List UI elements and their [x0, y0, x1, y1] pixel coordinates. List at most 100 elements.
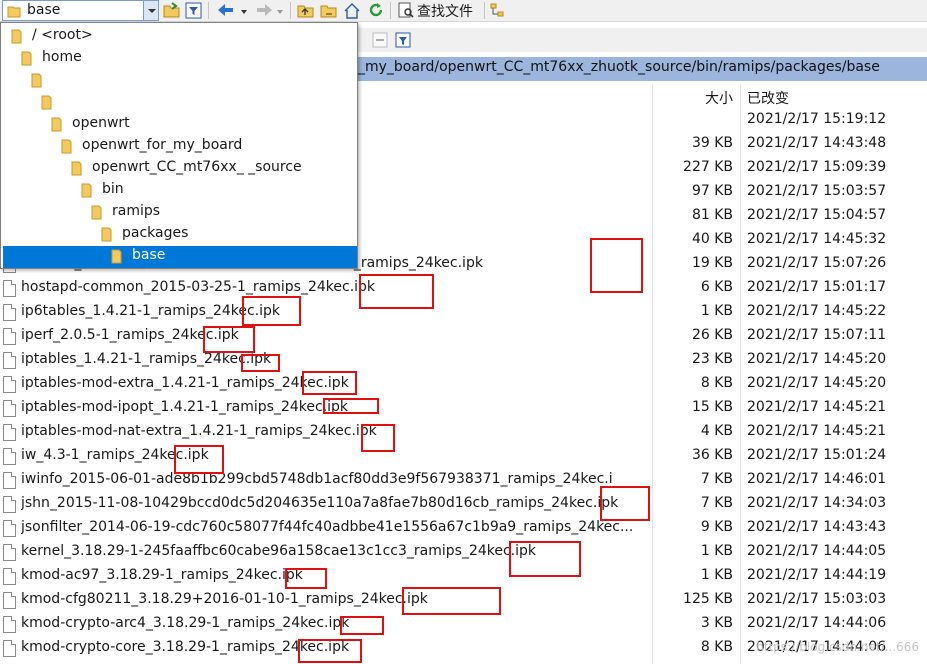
panel-toolbar [358, 28, 927, 52]
file-row[interactable]: kmod-ac97_3.18.29-1_ramips_24kec.ipk 1 KB… [0, 565, 927, 589]
filter-icon[interactable] [395, 32, 411, 48]
file-modified: 2021/2/17 14:45:22 [747, 303, 887, 319]
file-size: 125 KB [683, 591, 733, 607]
tree-node-label: openwrt_for_my_board [82, 137, 243, 153]
home-icon[interactable] [343, 2, 361, 19]
size-column-header[interactable]: 大小 [705, 88, 733, 108]
file-icon [3, 640, 16, 657]
file-modified: 2021/2/17 14:45:32 [747, 231, 887, 247]
file-icon [3, 280, 16, 297]
file-size: 1 KB [700, 567, 733, 583]
file-size: 15 KB [691, 399, 733, 415]
parent-folder-icon[interactable] [297, 2, 315, 19]
file-name: hostapd-common_2015-03-25-1_ramips_24kec… [21, 279, 376, 295]
folder-icon [101, 227, 112, 242]
file-row[interactable]: ip6tables_1.4.21-1_ramips_24kec.ipk 1 KB 2… [0, 301, 927, 325]
folder-tree-dropdown[interactable]: / <root> home openwrt openwrt_for_my_board o… [0, 22, 358, 269]
annotation-box [203, 326, 255, 353]
file-modified: 2021/2/17 15:03:03 [747, 591, 887, 607]
annotation-box [600, 486, 650, 521]
back-dropdown-icon[interactable] [240, 2, 248, 19]
file-row[interactable]: iptables_1.4.21-1_ramips_24kec.ipk 23 KB 2… [0, 349, 927, 373]
annotation-box [302, 371, 357, 395]
file-name: iptables_1.4.21-1_ramips_24kec.ipk [21, 351, 272, 367]
forward-arrow-icon[interactable] [252, 2, 274, 19]
tree-node[interactable]: base [3, 246, 357, 268]
annotation-box [241, 354, 280, 372]
modified-column-header[interactable]: 已改变 [747, 88, 789, 108]
file-modified: 2021/2/17 14:34:03 [747, 495, 887, 511]
file-icon [3, 424, 16, 441]
back-arrow-icon[interactable] [216, 2, 238, 19]
file-row[interactable]: kernel_3.18.29-1-245faaffbc60cabe96a158c… [0, 541, 927, 565]
file-size: 4 KB [700, 423, 733, 439]
toolbar: base 查找文件 [0, 0, 927, 22]
tree-node-label: base [132, 247, 166, 263]
tree-node-label: ramips [112, 203, 161, 219]
folder-icon [61, 139, 72, 154]
file-row[interactable]: iptables-mod-ipopt_1.4.21-1_ramips_24kec… [0, 397, 927, 421]
annotation-box [340, 616, 384, 635]
file-size: 1 KB [700, 543, 733, 559]
file-row[interactable]: iperf_2.0.5-1_ramips_24kec.ipk 26 KB 2021/… [0, 325, 927, 349]
file-row[interactable]: jsonfilter_2014-06-19-cdc760c58077f44fc4… [0, 517, 927, 541]
file-size: 36 KB [691, 447, 733, 463]
file-modified: 2021/2/17 15:01:24 [747, 447, 887, 463]
file-row[interactable]: kmod-crypto-arc4_3.18.29-1_ramips_24kec.… [0, 613, 927, 637]
folder-icon [11, 29, 22, 44]
file-size: 8 KB [700, 375, 733, 391]
root-folder-icon[interactable] [320, 2, 338, 19]
collapse-icon[interactable] [372, 32, 388, 48]
file-modified: 2021/2/17 14:45:20 [747, 351, 887, 367]
file-name: kmod-cfg80211_3.18.29+2016-01-10-1_ramip… [21, 591, 428, 607]
file-size: 9 KB [700, 519, 733, 535]
tree-node-label: bin [102, 181, 124, 197]
file-name: kmod-crypto-arc4_3.18.29-1_ramips_24kec.… [21, 615, 350, 631]
folder-icon [41, 95, 52, 110]
find-files-button[interactable]: 查找文件 [417, 1, 473, 21]
location-combo[interactable]: base [2, 0, 159, 21]
file-modified: 2021/2/17 15:07:26 [747, 255, 887, 271]
file-row[interactable]: iptables-mod-extra_1.4.21-1_ramips_24kec… [0, 373, 927, 397]
filter-icon[interactable] [185, 2, 202, 19]
file-size: 6 KB [700, 279, 733, 295]
file-row[interactable]: iwinfo_2015-06-01-ade8b1b299cbd5748db1ac… [0, 469, 927, 493]
file-name: jshn_2015-11-08-10429bccd0dc5d204635e110… [21, 495, 619, 511]
file-size: 227 KB [683, 159, 733, 175]
file-row[interactable]: iw_4.3-1_ramips_24kec.ipk 36 KB 2021/2/17 … [0, 445, 927, 469]
tree-node-label: packages [122, 225, 189, 241]
tree-node-label: home [42, 49, 82, 65]
find-files-icon[interactable] [397, 2, 415, 19]
file-modified: 2021/2/17 15:09:39 [747, 159, 887, 175]
file-modified: 2021/2/17 15:19:12 [747, 111, 887, 127]
toolbar-separator [208, 2, 209, 19]
file-icon [3, 592, 16, 609]
folder-icon [71, 161, 82, 176]
file-icon [3, 496, 16, 513]
toolbar-separator [484, 2, 485, 19]
chevron-down-icon[interactable] [143, 1, 158, 20]
file-modified: 2021/2/17 15:07:11 [747, 327, 887, 343]
tree-view-icon[interactable] [489, 2, 507, 19]
file-size: 1 KB [700, 303, 733, 319]
file-modified: 2021/2/17 14:45:21 [747, 423, 887, 439]
file-icon [3, 376, 16, 393]
file-row[interactable]: hostapd-common_2015-03-25-1_ramips_24kec… [0, 277, 927, 301]
file-size: 39 KB [691, 135, 733, 151]
file-modified: 2021/2/17 14:45:21 [747, 399, 887, 415]
file-row[interactable]: jshn_2015-11-08-10429bccd0dc5d204635e110… [0, 493, 927, 517]
file-modified: 2021/2/17 14:43:48 [747, 135, 887, 151]
forward-dropdown-icon[interactable] [276, 2, 284, 19]
annotation-box [361, 424, 395, 452]
refresh-icon[interactable] [367, 2, 385, 19]
path-bar[interactable]: _my_board/openwrt_CC_mt76xx_zhuotk_sourc… [358, 57, 927, 81]
file-row[interactable]: iptables-mod-nat-extra_1.4.21-1_ramips_2… [0, 421, 927, 445]
annotation-box [242, 296, 301, 326]
toolbar-separator [390, 2, 391, 19]
file-icon [3, 448, 16, 465]
file-size: 7 KB [700, 471, 733, 487]
file-size: 81 KB [691, 207, 733, 223]
open-folder-icon[interactable] [163, 2, 181, 19]
folder-icon [51, 117, 62, 132]
annotation-box [359, 274, 434, 309]
